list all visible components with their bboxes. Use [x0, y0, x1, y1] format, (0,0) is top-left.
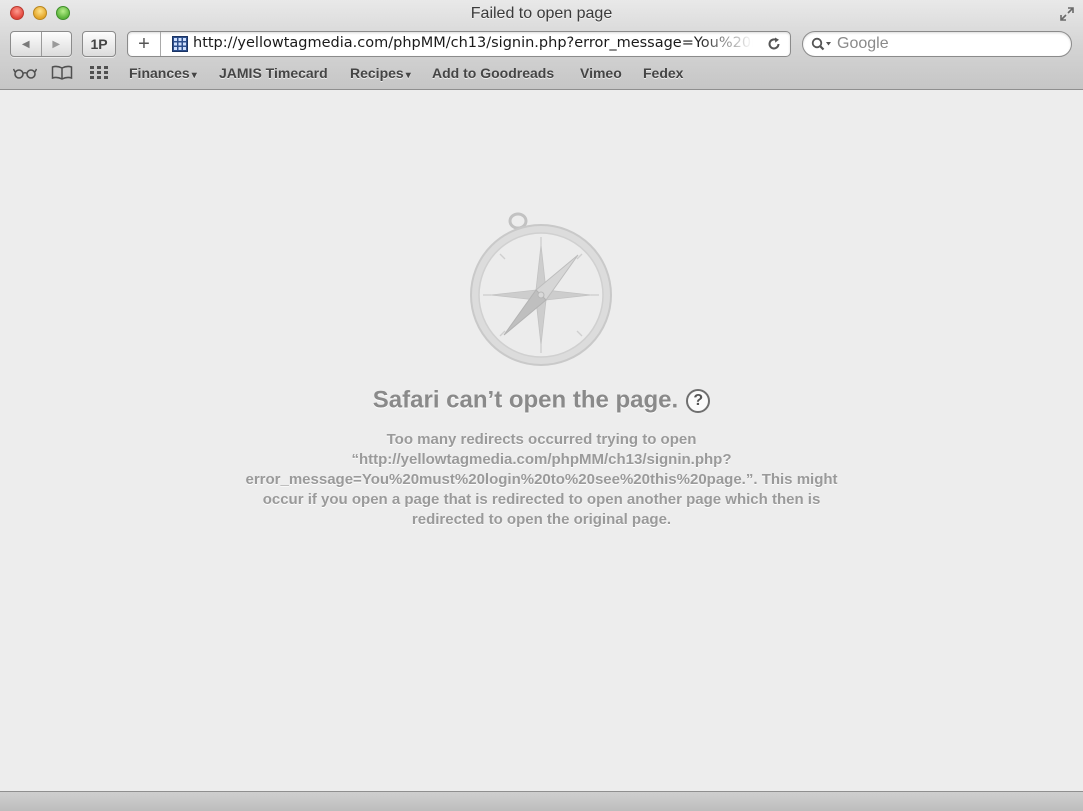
back-arrow-icon: ◀	[21, 38, 30, 50]
url-field[interactable]: http://yellowtagmedia.com/phpMM/ch13/sig…	[193, 35, 753, 51]
bookmark-vimeo[interactable]: Vimeo	[580, 65, 622, 81]
bookmark-jamis-timecard[interactable]: JAMIS Timecard	[219, 65, 328, 81]
bookmark-fedex[interactable]: Fedex	[643, 65, 683, 81]
bookmark-finances[interactable]: Finances ▾	[129, 65, 197, 81]
window-title: Failed to open page	[470, 5, 613, 22]
reload-icon[interactable]	[766, 36, 782, 52]
forward-arrow-icon: ▶	[52, 38, 61, 50]
bookmark-label: Fedex	[643, 65, 684, 81]
status-bar	[0, 791, 1083, 811]
bookmark-add-to-goodreads[interactable]: Add to Goodreads	[432, 65, 554, 81]
error-page: Safari can’t open the page.? Too many re…	[0, 90, 1083, 791]
fullscreen-icon[interactable]	[1059, 6, 1075, 22]
bookmark-label: Vimeo	[580, 65, 622, 81]
bookmark-label: Finances	[129, 65, 190, 81]
error-description: Too many redirects occurred trying to op…	[245, 431, 838, 528]
search-field[interactable]	[802, 31, 1072, 57]
address-bar[interactable]: + http://yellowtagmedia.com/phpMM/ch13/s…	[127, 31, 791, 57]
search-icon[interactable]	[811, 37, 833, 51]
chevron-down-icon: ▾	[191, 70, 197, 81]
chevron-down-icon: ▾	[405, 70, 411, 81]
help-button[interactable]: ?	[686, 388, 711, 413]
favicon-icon	[172, 36, 188, 52]
bookmark-label: JAMIS Timecard	[219, 65, 328, 81]
bookmark-recipes[interactable]: Recipes ▾	[350, 65, 411, 81]
back-forward-buttons: ◀ ▶	[10, 31, 72, 57]
add-bookmark-button[interactable]: +	[128, 32, 161, 56]
reading-list-icon[interactable]	[13, 67, 37, 79]
search-input[interactable]	[837, 34, 1057, 54]
error-title: Safari can’t open the page.?	[0, 386, 1083, 415]
bookmarks-icon[interactable]	[51, 65, 73, 80]
onepassword-button[interactable]: 1P	[82, 31, 116, 57]
bookmark-label: Recipes	[350, 65, 404, 81]
forward-button[interactable]: ▶	[40, 32, 72, 56]
browser-toolbar: Failed to open page ◀ ▶ 1P + http://yell…	[0, 0, 1083, 90]
bookmarks-bar: Finances ▾ JAMIS Timecard Recipes ▾ Add to…	[0, 63, 1083, 83]
back-button[interactable]: ◀	[11, 32, 41, 56]
error-title-text: Safari can’t open the page.	[372, 386, 679, 414]
safari-compass-icon	[470, 212, 612, 366]
bookmark-label: Add to Goodreads	[432, 65, 555, 81]
top-sites-icon[interactable]	[90, 66, 108, 79]
